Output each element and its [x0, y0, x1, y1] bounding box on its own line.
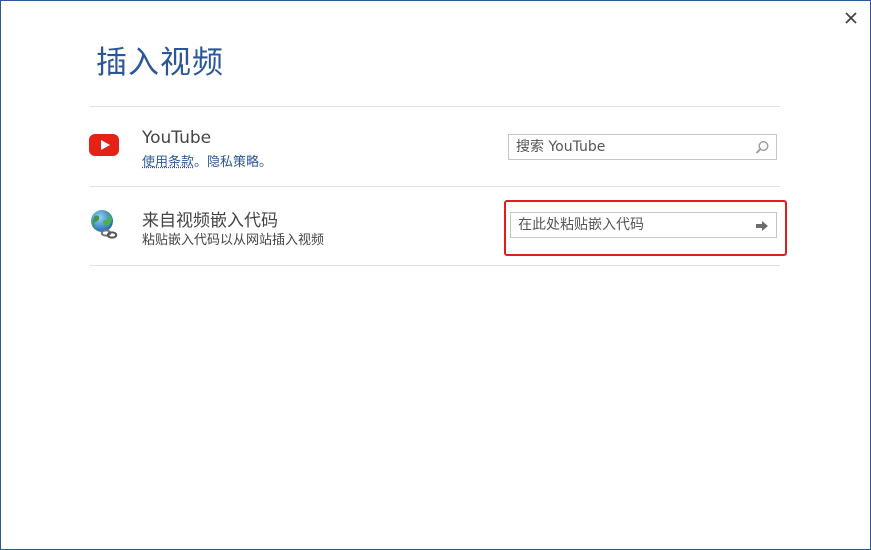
embed-title: 来自视频嵌入代码: [142, 211, 278, 231]
embed-code-input[interactable]: [511, 213, 776, 237]
embed-subtitle: 粘贴嵌入代码以从网站插入视频: [142, 233, 325, 248]
youtube-search-box: [508, 134, 777, 160]
divider: [90, 265, 780, 266]
divider: [90, 106, 780, 107]
youtube-title: YouTube: [142, 128, 212, 148]
insert-video-dialog: 插入视频 YouTube 使用条款。隐私策略。 搜索 YouTube 来自视频嵌…: [0, 0, 871, 550]
arrow-right-icon: [756, 221, 768, 231]
embed-code-box: [510, 212, 777, 238]
search-icon: [755, 140, 769, 154]
privacy-policy-link[interactable]: 隐私策略: [207, 155, 259, 170]
close-button[interactable]: [842, 9, 860, 27]
link-separator: 。: [194, 155, 208, 170]
youtube-links: 使用条款。隐私策略。: [142, 151, 272, 170]
youtube-icon: [89, 134, 119, 160]
globe-link-icon: [88, 208, 120, 244]
close-icon: [845, 12, 857, 24]
dialog-title: 插入视频: [96, 45, 224, 81]
search-button[interactable]: [753, 139, 771, 157]
terms-of-use-link[interactable]: 使用条款: [142, 155, 194, 170]
divider: [90, 186, 780, 187]
insert-button[interactable]: [753, 217, 771, 235]
youtube-search-input[interactable]: [509, 135, 776, 159]
link-end: 。: [259, 155, 273, 170]
